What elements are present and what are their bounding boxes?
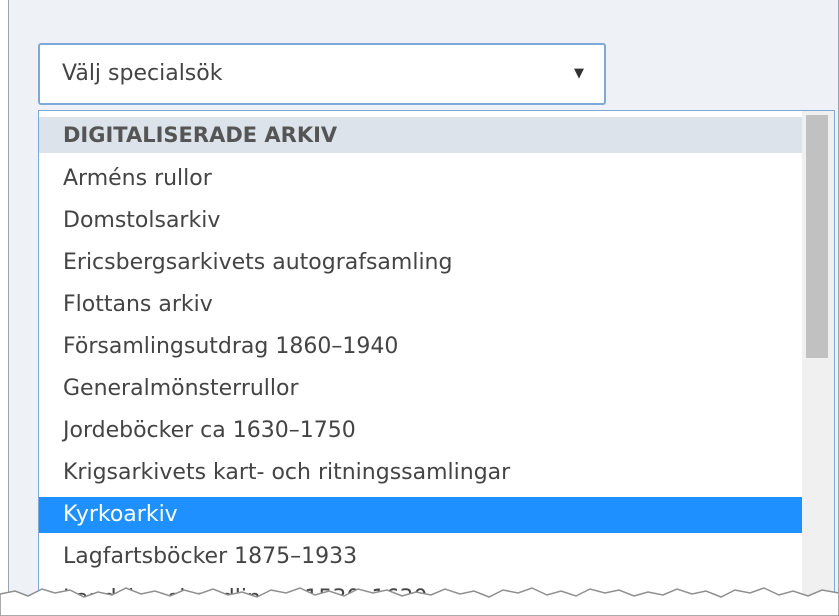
option-group-digitized-archives: DIGITALISERADE ARKIV bbox=[39, 117, 804, 153]
option-lagfartsbocker[interactable]: Lagfartsböcker 1875–1933 bbox=[39, 539, 804, 575]
dropdown-scrollbar[interactable] bbox=[802, 111, 834, 609]
scrollbar-thumb[interactable] bbox=[806, 115, 828, 358]
option-generalmonsterrullor[interactable]: Generalmönsterrullor bbox=[39, 371, 804, 407]
option-flottans-arkiv[interactable]: Flottans arkiv bbox=[39, 287, 804, 323]
option-jordebocker[interactable]: Jordeböcker ca 1630–1750 bbox=[39, 413, 804, 449]
option-ericsbergsarkivets-autografsamling[interactable]: Ericsbergsarkivets autografsamling bbox=[39, 245, 804, 281]
option-domstolsarkiv[interactable]: Domstolsarkiv bbox=[39, 203, 804, 239]
special-search-select[interactable]: Välj specialsök ▼ bbox=[38, 43, 606, 105]
option-armens-rullor[interactable]: Arméns rullor bbox=[39, 161, 804, 197]
torn-edge bbox=[0, 587, 839, 616]
dropdown-list: DIGITALISERADE ARKIV Arméns rullor Domst… bbox=[38, 110, 835, 610]
dropdown-arrow-icon[interactable]: ▼ bbox=[574, 66, 584, 81]
select-value: Välj specialsök bbox=[62, 61, 223, 86]
option-forsamlingsutdrag[interactable]: Församlingsutdrag 1860–1940 bbox=[39, 329, 804, 365]
option-kyrkoarkiv[interactable]: Kyrkoarkiv bbox=[39, 497, 804, 533]
option-krigsarkivets-kart-och-ritningssamlingar[interactable]: Krigsarkivets kart- och ritningssamlinga… bbox=[39, 455, 804, 491]
